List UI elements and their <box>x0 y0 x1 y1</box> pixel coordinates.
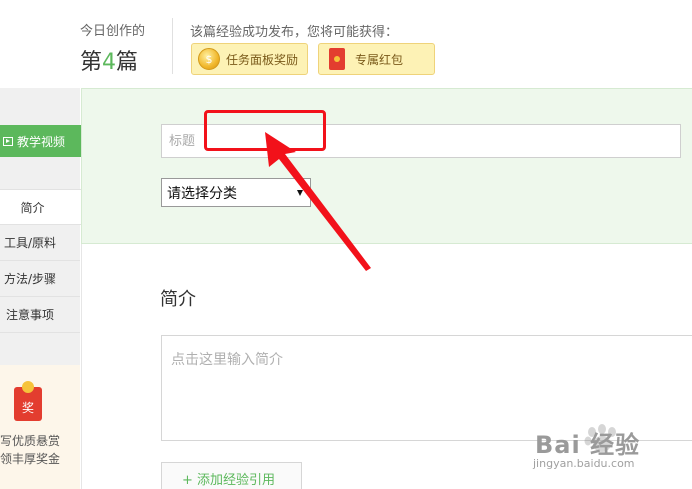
nav-item-steps[interactable]: 方法/步骤 <box>0 261 80 297</box>
promo-line-2: 领丰厚奖金 <box>0 452 61 466</box>
watermark-url: jingyan.baidu.com <box>533 457 635 470</box>
header: 今日创作的 第4篇 该篇经验成功发布，您将可能获得： $ 任务面板奖励 专属红包 <box>0 0 692 88</box>
title-section <box>81 88 692 244</box>
red-envelope-button[interactable]: 专属红包 <box>318 43 435 75</box>
today-label: 今日创作的 <box>80 24 146 39</box>
tutorial-video-button[interactable]: 教学视频 <box>0 125 81 157</box>
tutorial-video-label: 教学视频 <box>17 134 66 149</box>
category-select-value: 请选择分类 <box>167 185 237 202</box>
today-count-prefix: 第 <box>80 50 103 75</box>
today-count: 第4篇 <box>80 44 138 76</box>
promo-text: 写优质悬赏 领丰厚奖金 <box>0 432 80 468</box>
play-icon <box>3 136 13 146</box>
task-reward-button[interactable]: $ 任务面板奖励 <box>191 43 308 75</box>
task-reward-label: 任务面板奖励 <box>226 52 299 67</box>
section-nav: 简介 工具/原料 方法/步骤 注意事项 <box>0 189 81 333</box>
watermark-brand: Bai 经验 <box>535 431 641 459</box>
promo-line-1: 写优质悬赏 <box>0 434 61 448</box>
coin-icon: $ <box>198 48 220 70</box>
prize-envelope-icon: 奖 <box>14 381 42 421</box>
intro-section-title: 简介 <box>160 289 196 310</box>
dropdown-caret-icon <box>297 190 303 196</box>
category-select[interactable]: 请选择分类 <box>161 178 311 207</box>
add-reference-button[interactable]: + 添加经验引用 <box>161 462 302 489</box>
today-count-suffix: 篇 <box>116 50 139 75</box>
nav-item-notes[interactable]: 注意事项 <box>0 297 80 333</box>
red-envelope-icon <box>329 48 345 70</box>
header-divider <box>172 18 173 74</box>
annotation-highlight-box <box>204 110 326 151</box>
reward-title: 该篇经验成功发布，您将可能获得： <box>190 25 399 40</box>
nav-item-tools[interactable]: 工具/原料 <box>0 225 80 261</box>
bounty-promo[interactable]: 奖 写优质悬赏 领丰厚奖金 <box>0 365 80 489</box>
nav-item-intro[interactable]: 简介 <box>0 189 81 225</box>
red-envelope-label: 专属红包 <box>355 52 404 67</box>
today-count-number: 4 <box>102 50 117 75</box>
